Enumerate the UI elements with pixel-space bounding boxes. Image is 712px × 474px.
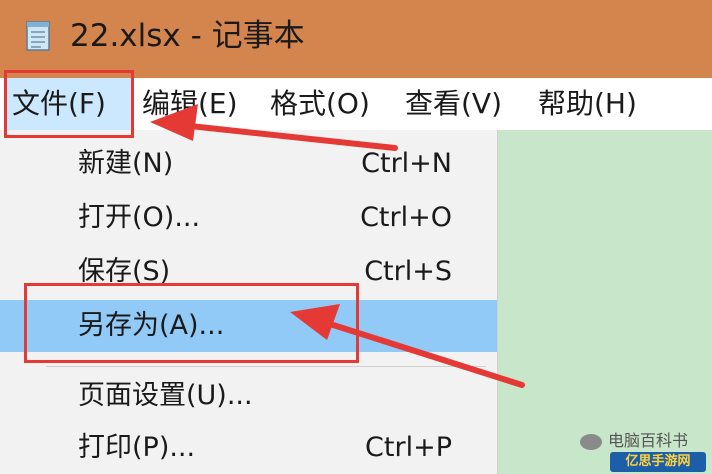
menu-item-page-setup[interactable]: 页面设置(U)... xyxy=(0,370,497,422)
menu-edit[interactable]: 编辑(E) xyxy=(142,78,238,130)
menu-item-label: 打开(O)... xyxy=(78,202,201,233)
menu-item-shortcut: Ctrl+O xyxy=(360,202,452,233)
menu-item-print[interactable]: 打印(P)... Ctrl+P xyxy=(0,422,497,474)
menu-item-shortcut: Ctrl+P xyxy=(365,432,452,463)
menu-format[interactable]: 格式(O) xyxy=(270,78,370,130)
annotation-box-file-menu xyxy=(4,70,134,138)
menu-item-label: 新建(N) xyxy=(78,148,174,179)
menu-item-label: 打印(P)... xyxy=(78,432,196,463)
menu-item-shortcut: Ctrl+N xyxy=(361,148,452,179)
menu-item-open[interactable]: 打开(O)... Ctrl+O xyxy=(0,192,497,244)
menu-view[interactable]: 查看(V) xyxy=(405,78,502,130)
menu-item-shortcut: Ctrl+S xyxy=(364,256,452,287)
watermark: 电脑百科书 xyxy=(579,427,688,451)
annotation-box-save-as xyxy=(24,283,359,363)
watermark-text: 电脑百科书 xyxy=(607,431,688,450)
menu-item-new[interactable]: 新建(N) Ctrl+N xyxy=(0,138,497,190)
title-bar: 22.xlsx - 记事本 xyxy=(0,0,712,78)
menu-help[interactable]: 帮助(H) xyxy=(538,78,637,130)
menu-item-label: 页面设置(U)... xyxy=(78,380,253,411)
notepad-icon xyxy=(26,21,50,51)
site-logo: 亿思手游网 xyxy=(610,452,706,472)
menu-separator xyxy=(46,366,486,367)
wechat-icon xyxy=(579,433,602,450)
window-title: 22.xlsx - 记事本 xyxy=(70,18,305,54)
